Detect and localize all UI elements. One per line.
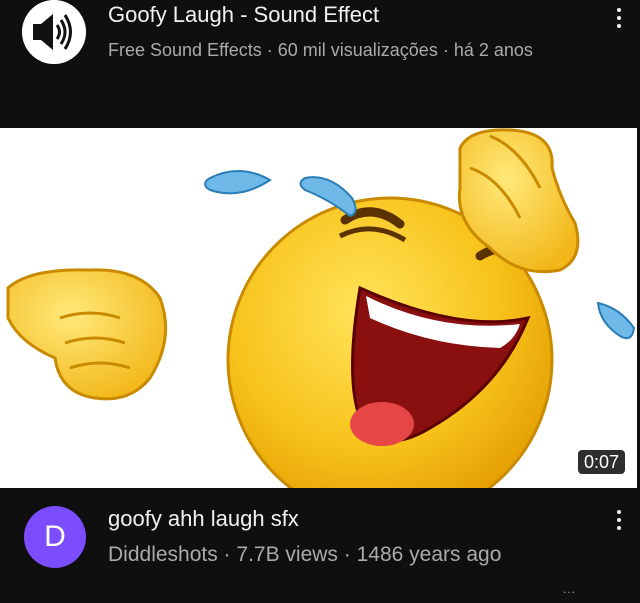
video-info-row-2: D goofy ahh laugh sfx Diddleshots · 7.7B…	[0, 488, 640, 603]
video-meta: Diddleshots · 7.7B views · 1486 years ag…	[108, 543, 502, 566]
laughing-emoji-image	[0, 128, 637, 488]
video-title[interactable]: Goofy Laugh - Sound Effect	[108, 2, 580, 28]
more-indicator: ...	[562, 582, 576, 596]
video-thumbnail[interactable]: 0:07	[0, 128, 637, 488]
channel-avatar[interactable]: D	[24, 506, 86, 568]
more-options-icon[interactable]	[610, 6, 628, 32]
more-options-icon[interactable]	[610, 508, 628, 534]
video-title[interactable]: goofy ahh laugh sfx	[108, 506, 580, 532]
video-info-row-1: Goofy Laugh - Sound Effect Free Sound Ef…	[0, 0, 640, 128]
channel-avatar[interactable]	[22, 0, 86, 64]
duration-badge: 0:07	[577, 450, 625, 474]
speaker-icon	[22, 0, 86, 64]
video-meta: Free Sound Effects · 60 mil visualizaçõe…	[108, 40, 533, 60]
